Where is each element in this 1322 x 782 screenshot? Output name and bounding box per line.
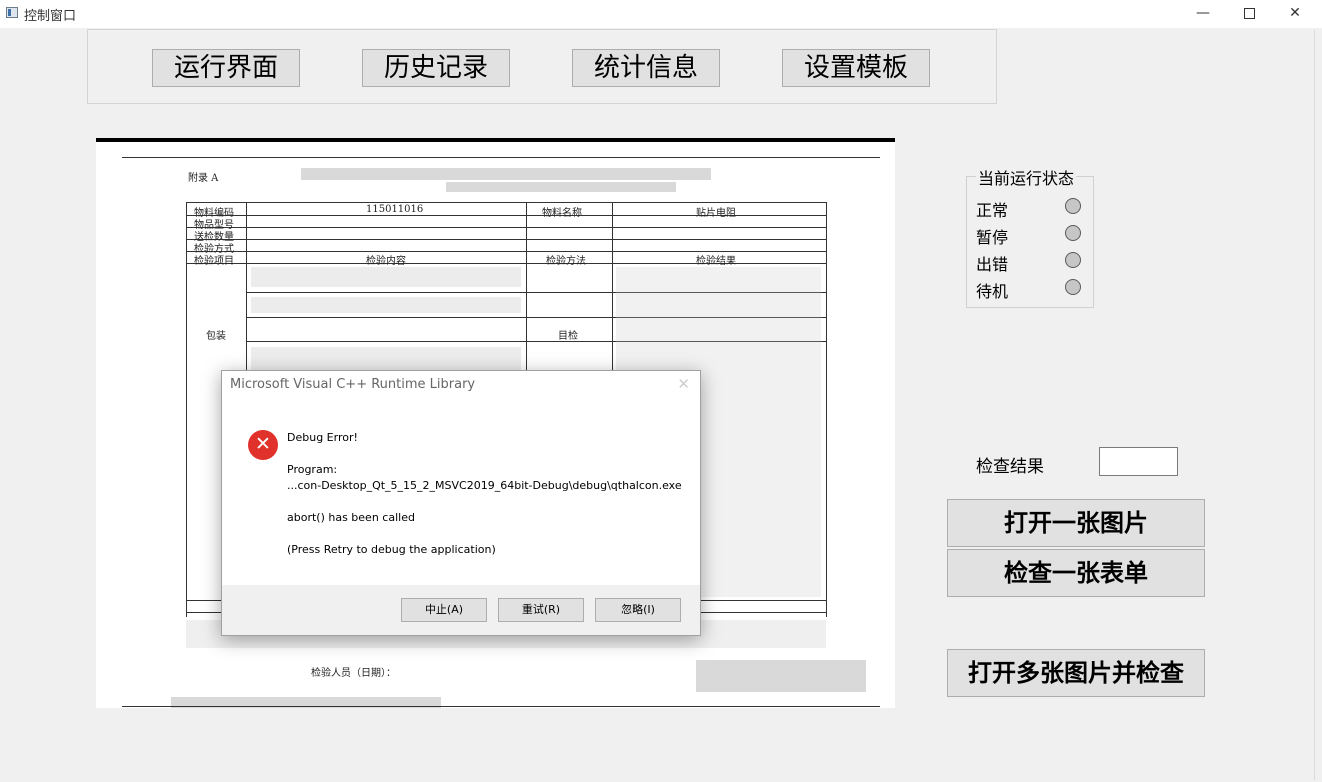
- history-button[interactable]: 历史记录: [362, 49, 510, 87]
- status-led-error: [1065, 252, 1081, 268]
- doc-label-material-name: 物料名称: [542, 204, 582, 219]
- error-icon: ✕: [248, 430, 278, 460]
- doc-value-material-code: 115011016: [366, 204, 423, 215]
- check-result-label: 检查结果: [976, 452, 1044, 477]
- retry-button[interactable]: 重试(R): [498, 598, 584, 622]
- nav-panel: 运行界面 历史记录 统计信息 设置模板: [87, 29, 997, 104]
- title-bar: 控制窗口 — ✕: [0, 0, 1322, 28]
- ignore-button[interactable]: 忽略(I): [595, 598, 681, 622]
- doc-row-visual: 目检: [558, 327, 578, 342]
- redacted-region: [301, 168, 711, 180]
- statistics-button[interactable]: 统计信息: [572, 49, 720, 87]
- dialog-button-bar: 中止(A) 重试(R) 忽略(I): [222, 585, 700, 635]
- maximize-button[interactable]: [1226, 0, 1272, 28]
- doc-text-block: [251, 267, 521, 287]
- doc-header: 附录 A: [188, 169, 218, 184]
- doc-col-method: 检验方法: [546, 252, 586, 267]
- window-edge-divider: [1314, 30, 1315, 780]
- dialog-title: Microsoft Visual C++ Runtime Library: [230, 377, 475, 392]
- status-label-error: 出错: [976, 251, 1008, 275]
- doc-col-result: 检验结果: [696, 252, 736, 267]
- close-button[interactable]: ✕: [1272, 0, 1318, 28]
- doc-row-pack: 包装: [206, 327, 226, 342]
- run-view-button[interactable]: 运行界面: [152, 49, 300, 87]
- dialog-close-icon[interactable]: ✕: [677, 375, 690, 393]
- status-label-standby: 待机: [976, 278, 1008, 302]
- dialog-program-path: ...con-Desktop_Qt_5_15_2_MSVC2019_64bit-…: [287, 479, 682, 492]
- open-image-button[interactable]: 打开一张图片: [947, 499, 1205, 547]
- dialog-heading: Debug Error!: [287, 431, 358, 444]
- maximize-icon: [1244, 8, 1255, 19]
- redacted-region: [446, 182, 676, 192]
- debug-error-dialog: Microsoft Visual C++ Runtime Library ✕ ✕…: [221, 370, 701, 636]
- doc-footer-inspector: 检验人员（日期）：: [311, 664, 396, 679]
- dialog-message: abort() has been called: [287, 511, 415, 524]
- status-label-paused: 暂停: [976, 224, 1008, 248]
- app-window-icon: [6, 7, 18, 18]
- check-form-button[interactable]: 检查一张表单: [947, 549, 1205, 597]
- check-result-field: [1099, 447, 1178, 476]
- status-label-normal: 正常: [976, 197, 1008, 221]
- run-status-title: 当前运行状态: [976, 165, 1076, 189]
- minimize-button[interactable]: —: [1180, 0, 1226, 28]
- dialog-hint: (Press Retry to debug the application): [287, 543, 496, 556]
- doc-text-block: [251, 297, 521, 313]
- redacted-region: [696, 660, 866, 692]
- dialog-program-label: Program:: [287, 463, 337, 476]
- open-multiple-and-check-button[interactable]: 打开多张图片并检查: [947, 649, 1205, 697]
- window-title: 控制窗口: [24, 5, 76, 24]
- doc-col-content: 检验内容: [366, 252, 406, 267]
- template-settings-button[interactable]: 设置模板: [782, 49, 930, 87]
- status-led-standby: [1065, 279, 1081, 295]
- doc-value-material-name: 贴片电阻: [696, 204, 736, 219]
- status-led-normal: [1065, 198, 1081, 214]
- status-led-paused: [1065, 225, 1081, 241]
- abort-button[interactable]: 中止(A): [401, 598, 487, 622]
- doc-label-item: 检验项目: [194, 252, 234, 267]
